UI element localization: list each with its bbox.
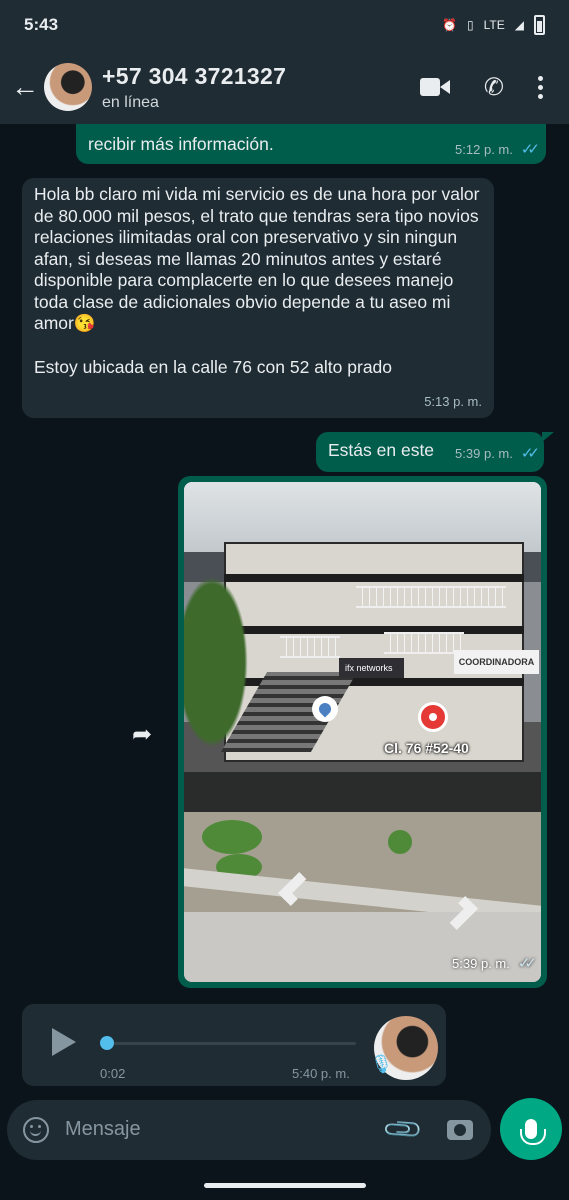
- voice-progress-track[interactable]: [106, 1042, 356, 1045]
- bush: [202, 820, 262, 854]
- message-location-image[interactable]: ifx networks COORDINADORA Cl. 76 #52-40 …: [178, 476, 547, 988]
- floor-line: [224, 626, 524, 634]
- sidewalk: [184, 772, 541, 812]
- bush: [388, 830, 412, 854]
- read-ticks-icon: ✓✓: [520, 444, 540, 462]
- vibrate-icon: ▯: [467, 18, 474, 32]
- back-arrow-icon[interactable]: ←: [8, 71, 42, 103]
- message-text: Hola bb claro mi vida mi servicio es de …: [34, 184, 480, 333]
- contact-status: en línea: [102, 93, 159, 111]
- paperclip-icon[interactable]: 📎: [381, 1107, 426, 1152]
- status-icons: ⏰ ▯ LTE ◢: [442, 15, 545, 35]
- voice-note-message[interactable]: 0:02 5:40 p. m. 🎙: [22, 1004, 446, 1086]
- message-outgoing[interactable]: recibir más información. 5:12 p. m. ✓✓: [76, 124, 546, 164]
- phone-icon[interactable]: ✆: [484, 73, 504, 102]
- balcony-railing: [356, 586, 506, 608]
- message-time: 5:40 p. m.: [292, 1066, 350, 1081]
- message-meta: 5:12 p. m. ✓✓: [455, 139, 540, 161]
- signal-icon: ◢: [514, 18, 524, 32]
- more-icon[interactable]: [538, 75, 543, 99]
- balcony-railing: [280, 636, 340, 658]
- avatar[interactable]: [44, 63, 92, 111]
- microphone-icon: [520, 1119, 546, 1145]
- message-time: 5:12 p. m.: [455, 141, 513, 157]
- status-bar: 5:43 ⏰ ▯ LTE ◢: [0, 0, 569, 50]
- message-text-2: Estoy ubicada en la calle 76 con 52 alto…: [34, 356, 393, 377]
- contact-name: +57 304 3721327: [102, 62, 287, 89]
- location-pin-blue-icon: [312, 696, 338, 722]
- play-icon[interactable]: [52, 1028, 76, 1056]
- header-actions: ✆: [419, 73, 543, 102]
- map-address-label: Cl. 76 #52-40: [384, 740, 469, 756]
- location-pin-red-icon: [418, 702, 448, 732]
- video-call-icon[interactable]: [419, 77, 450, 97]
- status-time: 5:43: [24, 15, 59, 34]
- camera-icon[interactable]: [447, 1120, 473, 1140]
- message-input[interactable]: [65, 1118, 365, 1141]
- street-view-image[interactable]: ifx networks COORDINADORA Cl. 76 #52-40 …: [184, 482, 541, 982]
- voice-progress-knob[interactable]: [100, 1036, 114, 1050]
- message-time: 5:13 p. m.: [424, 393, 482, 409]
- message-incoming[interactable]: Hola bb claro mi vida mi servicio es de …: [22, 178, 494, 418]
- store-sign: ifx networks: [339, 658, 404, 678]
- alarm-icon: ⏰: [442, 18, 458, 32]
- message-outgoing[interactable]: Estás en este 5:39 p. m. ✓✓: [316, 432, 554, 472]
- message-time: 5:39 p. m.: [455, 445, 513, 461]
- message-meta: 5:13 p. m.: [424, 391, 482, 413]
- store-sign: COORDINADORA: [454, 650, 539, 674]
- balcony-railing: [384, 632, 464, 654]
- forward-icon[interactable]: ➦: [132, 720, 152, 749]
- home-indicator[interactable]: [204, 1183, 366, 1188]
- message-input-bar: 📎: [7, 1100, 491, 1160]
- voice-duration: 0:02: [100, 1066, 126, 1081]
- battery-icon: [534, 15, 545, 35]
- floor-line: [224, 574, 524, 582]
- read-ticks-icon: ✓✓: [520, 140, 540, 158]
- read-ticks-icon: ✓✓: [517, 954, 537, 972]
- message-meta: 5:39 p. m. ✓✓: [452, 953, 537, 975]
- network-label: LTE: [483, 18, 505, 32]
- chat-header: ← +57 304 3721327 en línea ✆: [0, 50, 569, 124]
- record-voice-button[interactable]: [500, 1098, 562, 1160]
- chat-area[interactable]: recibir más información. 5:12 p. m. ✓✓ H…: [0, 124, 569, 1100]
- message-time: 5:39 p. m.: [452, 955, 510, 971]
- message-meta: 5:39 p. m. ✓✓: [455, 443, 540, 465]
- bubble-tail: [542, 432, 554, 442]
- message-text: Estás en este: [328, 440, 435, 460]
- microphone-icon: 🎙: [370, 1054, 393, 1074]
- contact-info[interactable]: +57 304 3721327 en línea: [102, 63, 286, 112]
- emoji-icon[interactable]: [23, 1117, 49, 1143]
